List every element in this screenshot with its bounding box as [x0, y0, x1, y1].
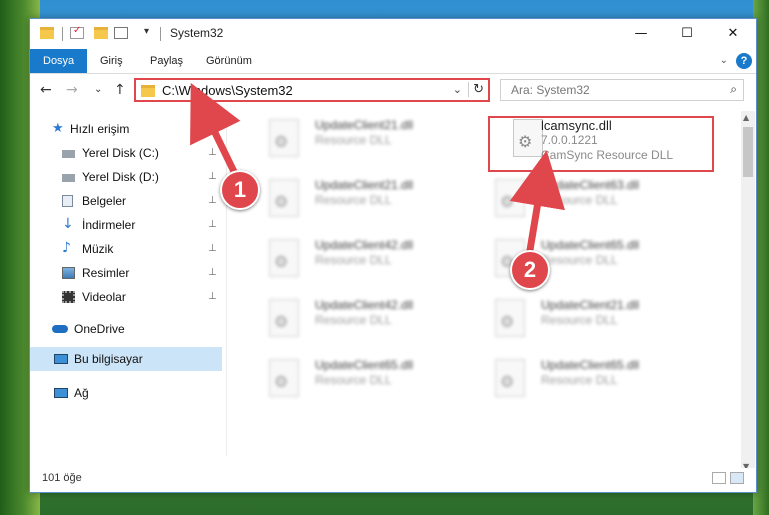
callout-badge-1: 1: [220, 170, 260, 210]
callout-arrows: [190, 82, 566, 266]
callout-badge-2: 2: [510, 250, 550, 290]
